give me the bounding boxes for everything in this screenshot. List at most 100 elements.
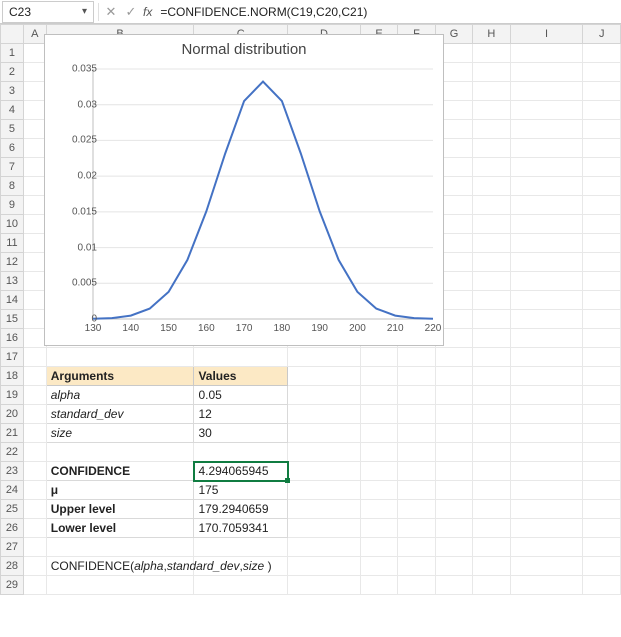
cell[interactable] xyxy=(473,386,510,405)
cell[interactable] xyxy=(23,424,46,443)
row-header[interactable]: 24 xyxy=(1,481,24,500)
cell[interactable] xyxy=(398,576,435,595)
cell[interactable] xyxy=(398,557,435,576)
cell[interactable] xyxy=(473,329,510,348)
col-header[interactable]: A xyxy=(23,25,46,44)
cell[interactable] xyxy=(23,576,46,595)
row-header[interactable]: 8 xyxy=(1,177,24,196)
cell[interactable]: standard_dev xyxy=(46,405,194,424)
cell[interactable] xyxy=(46,576,194,595)
cell[interactable]: Arguments xyxy=(46,367,194,386)
cell[interactable] xyxy=(360,538,397,557)
cell[interactable]: Values xyxy=(194,367,288,386)
cell[interactable] xyxy=(473,158,510,177)
cell[interactable] xyxy=(510,348,583,367)
cell[interactable] xyxy=(510,310,583,329)
cell[interactable] xyxy=(510,500,583,519)
cell[interactable] xyxy=(194,538,288,557)
cell[interactable] xyxy=(510,234,583,253)
cell[interactable] xyxy=(23,386,46,405)
cell[interactable] xyxy=(360,481,397,500)
row-header[interactable]: 3 xyxy=(1,82,24,101)
cell[interactable] xyxy=(583,196,621,215)
cell[interactable] xyxy=(23,557,46,576)
cell[interactable] xyxy=(510,386,583,405)
row-header[interactable]: 10 xyxy=(1,215,24,234)
cell[interactable] xyxy=(23,215,46,234)
cell[interactable] xyxy=(583,576,621,595)
cell[interactable] xyxy=(510,367,583,386)
cell[interactable] xyxy=(583,367,621,386)
row-header[interactable]: 15 xyxy=(1,310,24,329)
cell[interactable] xyxy=(23,462,46,481)
cell[interactable] xyxy=(435,386,472,405)
cell[interactable] xyxy=(288,405,361,424)
cell[interactable] xyxy=(435,348,472,367)
cell[interactable] xyxy=(510,139,583,158)
cell[interactable] xyxy=(473,177,510,196)
cell[interactable] xyxy=(23,519,46,538)
row-header[interactable]: 13 xyxy=(1,272,24,291)
cell[interactable] xyxy=(288,481,361,500)
worksheet-grid[interactable]: A B C D E F G H I J 12345678910111213141… xyxy=(0,24,621,637)
cell[interactable] xyxy=(435,481,472,500)
cell[interactable] xyxy=(398,481,435,500)
row-header[interactable]: 5 xyxy=(1,120,24,139)
cell[interactable] xyxy=(583,424,621,443)
cell[interactable] xyxy=(398,348,435,367)
row-header[interactable]: 9 xyxy=(1,196,24,215)
cell[interactable] xyxy=(510,481,583,500)
cell[interactable] xyxy=(288,519,361,538)
cell[interactable] xyxy=(46,538,194,557)
cell[interactable]: alpha xyxy=(46,386,194,405)
cell[interactable] xyxy=(23,234,46,253)
cell[interactable] xyxy=(398,462,435,481)
cell[interactable] xyxy=(473,139,510,158)
cell[interactable] xyxy=(23,63,46,82)
cell[interactable] xyxy=(510,101,583,120)
cell[interactable] xyxy=(23,500,46,519)
cell[interactable] xyxy=(473,101,510,120)
cell[interactable] xyxy=(360,557,397,576)
cell[interactable] xyxy=(583,139,621,158)
cell[interactable] xyxy=(583,215,621,234)
cell[interactable] xyxy=(473,272,510,291)
row-header[interactable]: 22 xyxy=(1,443,24,462)
cell[interactable] xyxy=(288,538,361,557)
cell[interactable] xyxy=(23,253,46,272)
cell[interactable] xyxy=(510,63,583,82)
cell[interactable] xyxy=(510,424,583,443)
cell[interactable] xyxy=(583,500,621,519)
cell[interactable] xyxy=(288,424,361,443)
cell[interactable] xyxy=(583,291,621,310)
chevron-down-icon[interactable]: ▾ xyxy=(82,6,87,17)
cell[interactable] xyxy=(473,310,510,329)
cell[interactable] xyxy=(583,44,621,63)
cell[interactable] xyxy=(473,481,510,500)
cell[interactable] xyxy=(473,576,510,595)
cell[interactable] xyxy=(23,329,46,348)
cell[interactable] xyxy=(473,405,510,424)
cell[interactable]: Upper level xyxy=(46,500,194,519)
row-header[interactable]: 6 xyxy=(1,139,24,158)
cell[interactable] xyxy=(23,101,46,120)
cell[interactable] xyxy=(473,196,510,215)
cell[interactable] xyxy=(583,253,621,272)
cell[interactable] xyxy=(583,234,621,253)
cell[interactable]: 30 xyxy=(194,424,288,443)
row-header[interactable]: 18 xyxy=(1,367,24,386)
cell[interactable] xyxy=(510,443,583,462)
cell[interactable] xyxy=(288,386,361,405)
cell[interactable] xyxy=(360,348,397,367)
cell[interactable] xyxy=(435,462,472,481)
cell[interactable]: 4.294065945 xyxy=(194,462,288,481)
cell[interactable] xyxy=(583,462,621,481)
cell[interactable] xyxy=(23,405,46,424)
cell[interactable] xyxy=(510,158,583,177)
cell[interactable] xyxy=(510,291,583,310)
cell[interactable] xyxy=(435,424,472,443)
cell[interactable]: 0.05 xyxy=(194,386,288,405)
cell[interactable] xyxy=(398,443,435,462)
cell[interactable] xyxy=(435,500,472,519)
cell[interactable] xyxy=(583,481,621,500)
